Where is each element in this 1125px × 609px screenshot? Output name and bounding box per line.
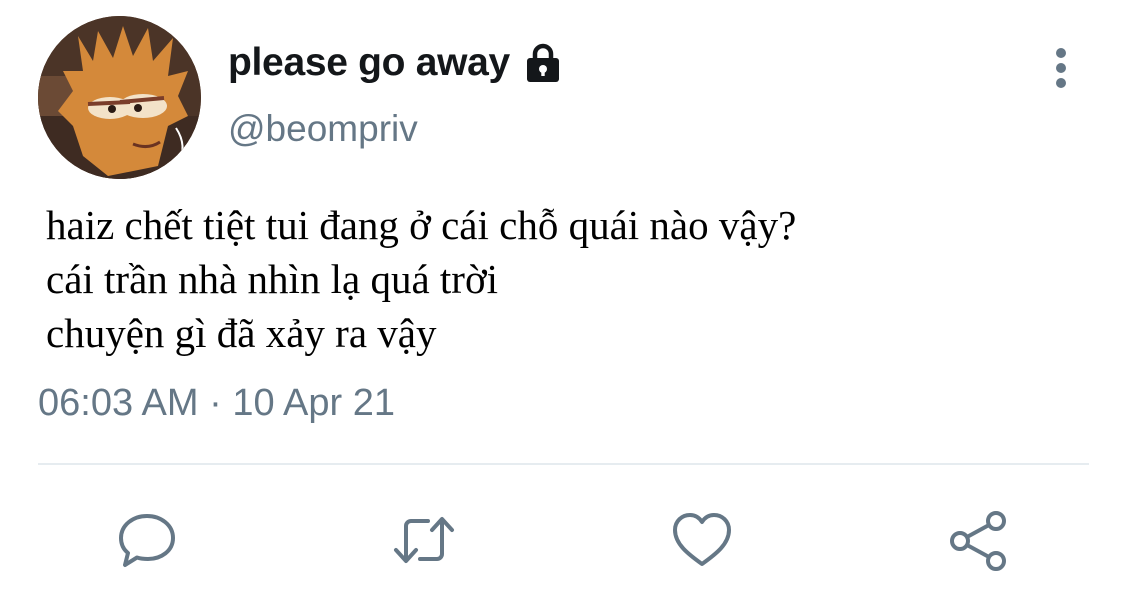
like-button[interactable] <box>670 508 734 572</box>
share-button[interactable] <box>946 508 1010 572</box>
tweet-text: haiz chết tiệt tui đang ở cái chỗ quái n… <box>46 198 1086 360</box>
reply-icon <box>119 514 175 567</box>
reply-button[interactable] <box>115 508 179 572</box>
like-icon <box>673 513 731 566</box>
tweet-text-line: cái trần nhà nhìn lạ quá trời <box>46 256 499 302</box>
avatar-image <box>38 16 201 179</box>
more-vertical-icon[interactable] <box>1040 44 1082 92</box>
tweet-text-line: chuyện gì đã xảy ra vậy <box>46 310 437 356</box>
user-name-row: please go away <box>228 38 564 88</box>
display-name[interactable]: please go away <box>228 41 510 85</box>
retweet-button[interactable] <box>392 508 456 572</box>
retweet-icon <box>394 517 454 563</box>
tweet-text-line: haiz chết tiệt tui đang ở cái chỗ quái n… <box>46 202 797 248</box>
tweet-timestamp[interactable]: 06:03 AM · 10 Apr 21 <box>38 382 395 425</box>
tweet-card: please go away @beompriv haiz chết tiệt … <box>0 0 1125 609</box>
lock-icon <box>522 42 564 84</box>
avatar[interactable] <box>38 16 201 179</box>
share-icon <box>950 511 1006 571</box>
divider <box>38 463 1089 465</box>
user-handle[interactable]: @beompriv <box>228 108 418 150</box>
